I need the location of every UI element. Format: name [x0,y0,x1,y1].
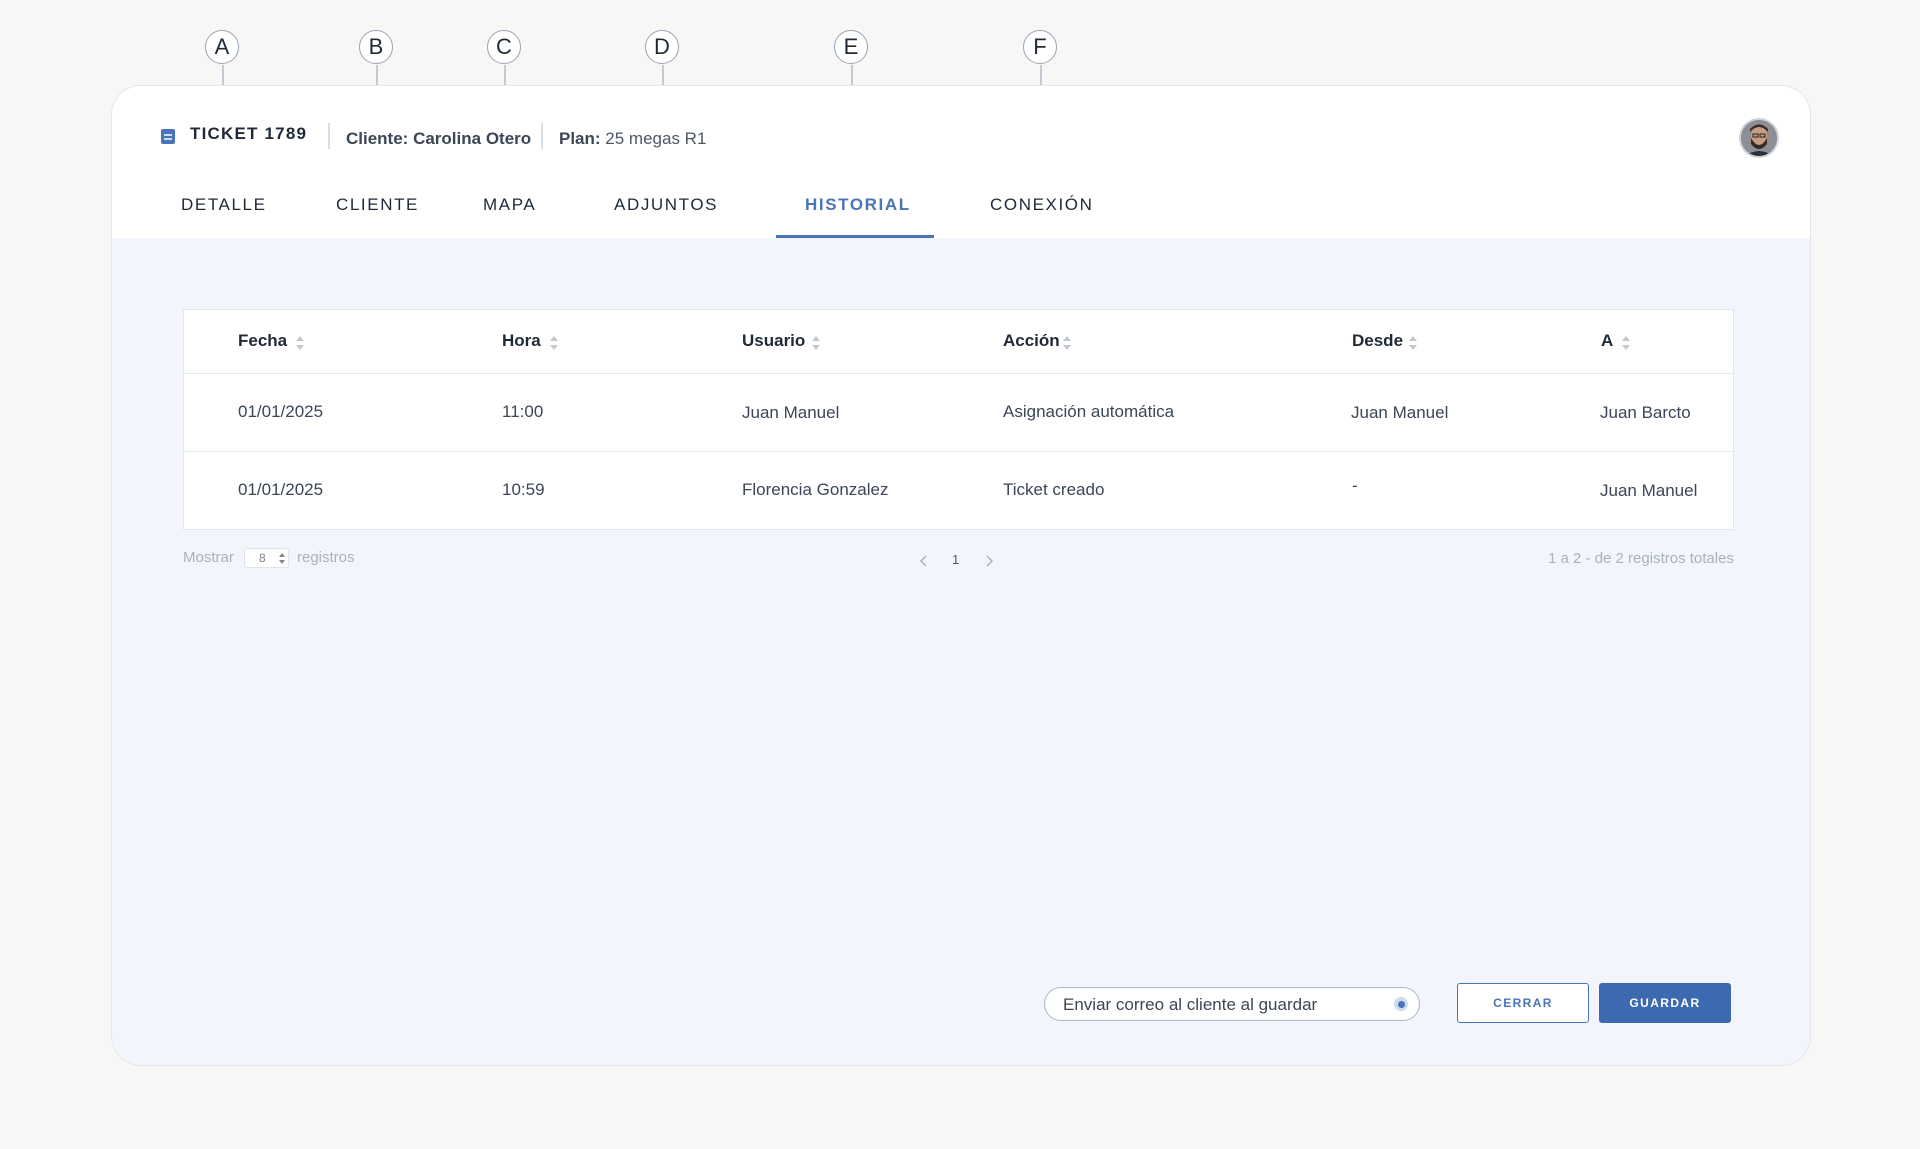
avatar-image [1741,120,1777,156]
column-header-accion[interactable]: Acción [1003,331,1060,351]
tab-historial[interactable]: HISTORIAL [805,195,911,215]
stepper-icon [279,553,285,564]
row-divider [184,373,1733,374]
send-email-toggle[interactable]: Enviar correo al cliente al guardar [1044,987,1420,1021]
tab-detalle[interactable]: DETALLE [181,195,267,215]
records-label: registros [297,549,355,566]
tab-conexion[interactable]: CONEXIÓN [990,195,1093,215]
sort-icon[interactable] [811,334,821,352]
header-plan: Plan: 25 megas R1 [559,129,706,149]
header-client: Cliente: Carolina Otero [346,129,531,149]
cell-fecha: 01/01/2025 [238,480,324,499]
cell-a: Juan Barcto [1600,403,1691,422]
cell-desde: Juan Manuel [1351,403,1449,422]
per-page-select[interactable]: 8 [244,548,289,568]
column-header-hora[interactable]: Hora [502,331,541,351]
cell-a: Juan Manuel [1600,481,1698,500]
cell-accion: Asignación automática [1003,402,1175,421]
sort-icon[interactable] [1062,334,1072,352]
column-header-fecha[interactable]: Fecha [238,331,287,351]
show-label: Mostrar [183,549,234,566]
callout-label: C [487,30,521,64]
callout-label: F [1023,30,1057,64]
close-button[interactable]: CERRAR [1457,983,1589,1023]
tab-mapa[interactable]: MAPA [483,195,536,215]
cell-usuario: Juan Manuel [742,403,840,422]
cell-hora: 11:00 [502,402,544,421]
cell-fecha: 01/01/2025 [238,402,324,421]
client-label: Cliente: [346,129,409,148]
ticket-header: TICKET 1789 Cliente: Carolina Otero Plan… [112,86,1810,238]
history-table: Fecha Hora Usuario Acción Desde A 01/01/… [183,309,1734,530]
ticket-icon [161,129,175,144]
radio-checked-icon[interactable] [1394,997,1408,1011]
tab-adjuntos[interactable]: ADJUNTOS [614,195,718,215]
cell-usuario: Florencia Gonzalez [742,480,889,499]
sort-icon[interactable] [549,334,559,352]
save-button[interactable]: GUARDAR [1599,983,1731,1023]
active-tab-indicator [776,235,934,238]
ticket-title: TICKET 1789 [190,124,308,143]
sort-icon[interactable] [295,334,305,352]
per-page-value: 8 [259,551,266,565]
sort-icon[interactable] [1408,334,1418,352]
records-total: 1 a 2 - de 2 registros totales [1548,550,1734,567]
plan-label: Plan: [559,129,601,148]
plan-value: 25 megas R1 [605,129,707,148]
cell-hora: 10:59 [502,480,545,499]
header-divider [328,123,330,149]
current-page[interactable]: 1 [952,552,959,567]
tab-cliente[interactable]: CLIENTE [336,195,419,215]
sort-icon[interactable] [1621,334,1631,352]
callout-label: E [834,30,868,64]
row-divider [184,451,1733,452]
ticket-card: TICKET 1789 Cliente: Carolina Otero Plan… [111,85,1811,1066]
cell-desde: - [1352,476,1358,495]
callout-label: A [205,30,239,64]
callout-label: D [645,30,679,64]
column-header-usuario[interactable]: Usuario [742,331,805,351]
header-divider [541,123,543,149]
column-header-desde[interactable]: Desde [1352,331,1403,351]
callout-label: B [359,30,393,64]
chevron-right-icon[interactable] [985,555,993,567]
send-email-label: Enviar correo al cliente al guardar [1063,995,1318,1014]
chevron-left-icon[interactable] [920,555,928,567]
avatar[interactable] [1739,118,1779,158]
column-header-a[interactable]: A [1601,331,1613,351]
cell-accion: Ticket creado [1003,480,1105,499]
client-value: Carolina Otero [413,129,532,148]
